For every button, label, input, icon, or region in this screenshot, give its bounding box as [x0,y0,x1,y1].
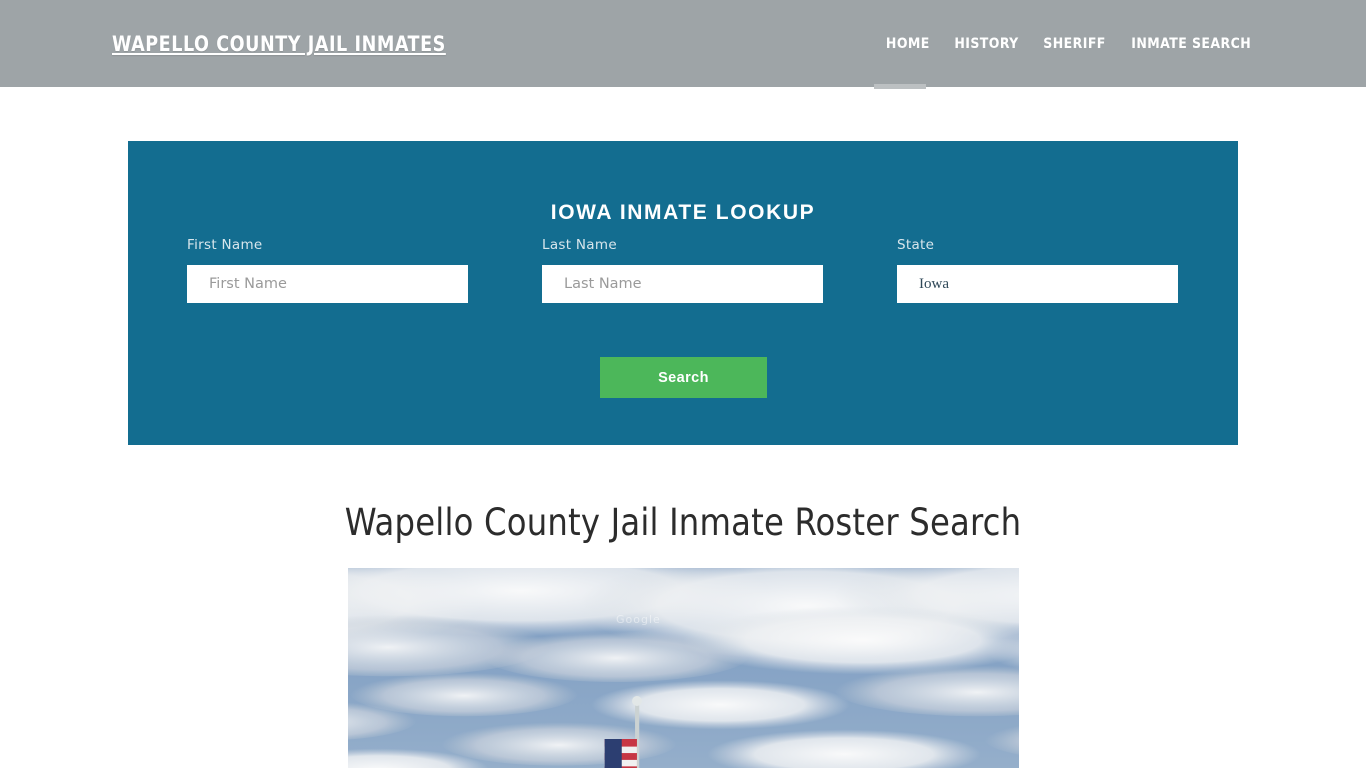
first-name-label: First Name [187,237,263,253]
jail-photo-graphic [348,568,1019,768]
site-header: Wapello County Jail Inmates HOME HISTORY… [0,0,1366,89]
nav-item-home[interactable]: HOME [876,36,941,52]
lookup-fields-row: First Name Last Name State Iowa [128,237,1238,317]
nav-item-history[interactable]: HISTORY [944,36,1029,52]
search-button[interactable]: Search [600,357,767,398]
last-name-label: Last Name [542,237,617,253]
inmate-lookup-panel: IOWA INMATE LOOKUP First Name Last Name … [128,141,1238,445]
lookup-panel-title: IOWA INMATE LOOKUP [550,201,816,225]
state-label: State [897,237,935,253]
active-nav-indicator [874,84,926,89]
last-name-field-group: Last Name [542,237,823,303]
nav-item-inmate-search[interactable]: INMATE SEARCH [1121,36,1251,52]
state-field-group: State Iowa [897,237,1178,303]
first-name-field-group: First Name [187,237,468,303]
site-logo[interactable]: Wapello County Jail Inmates [112,32,446,56]
last-name-input[interactable] [542,265,823,303]
nav-item-sheriff[interactable]: SHERIFF [1033,36,1117,52]
jail-building-photo: Google [348,568,1019,768]
state-select[interactable]: Iowa [897,265,1178,303]
page-title: Wapello County Jail Inmate Roster Search [344,501,1022,544]
main-navigation: HOME HISTORY SHERIFF INMATE SEARCH [874,36,1254,52]
first-name-input[interactable] [187,265,468,303]
